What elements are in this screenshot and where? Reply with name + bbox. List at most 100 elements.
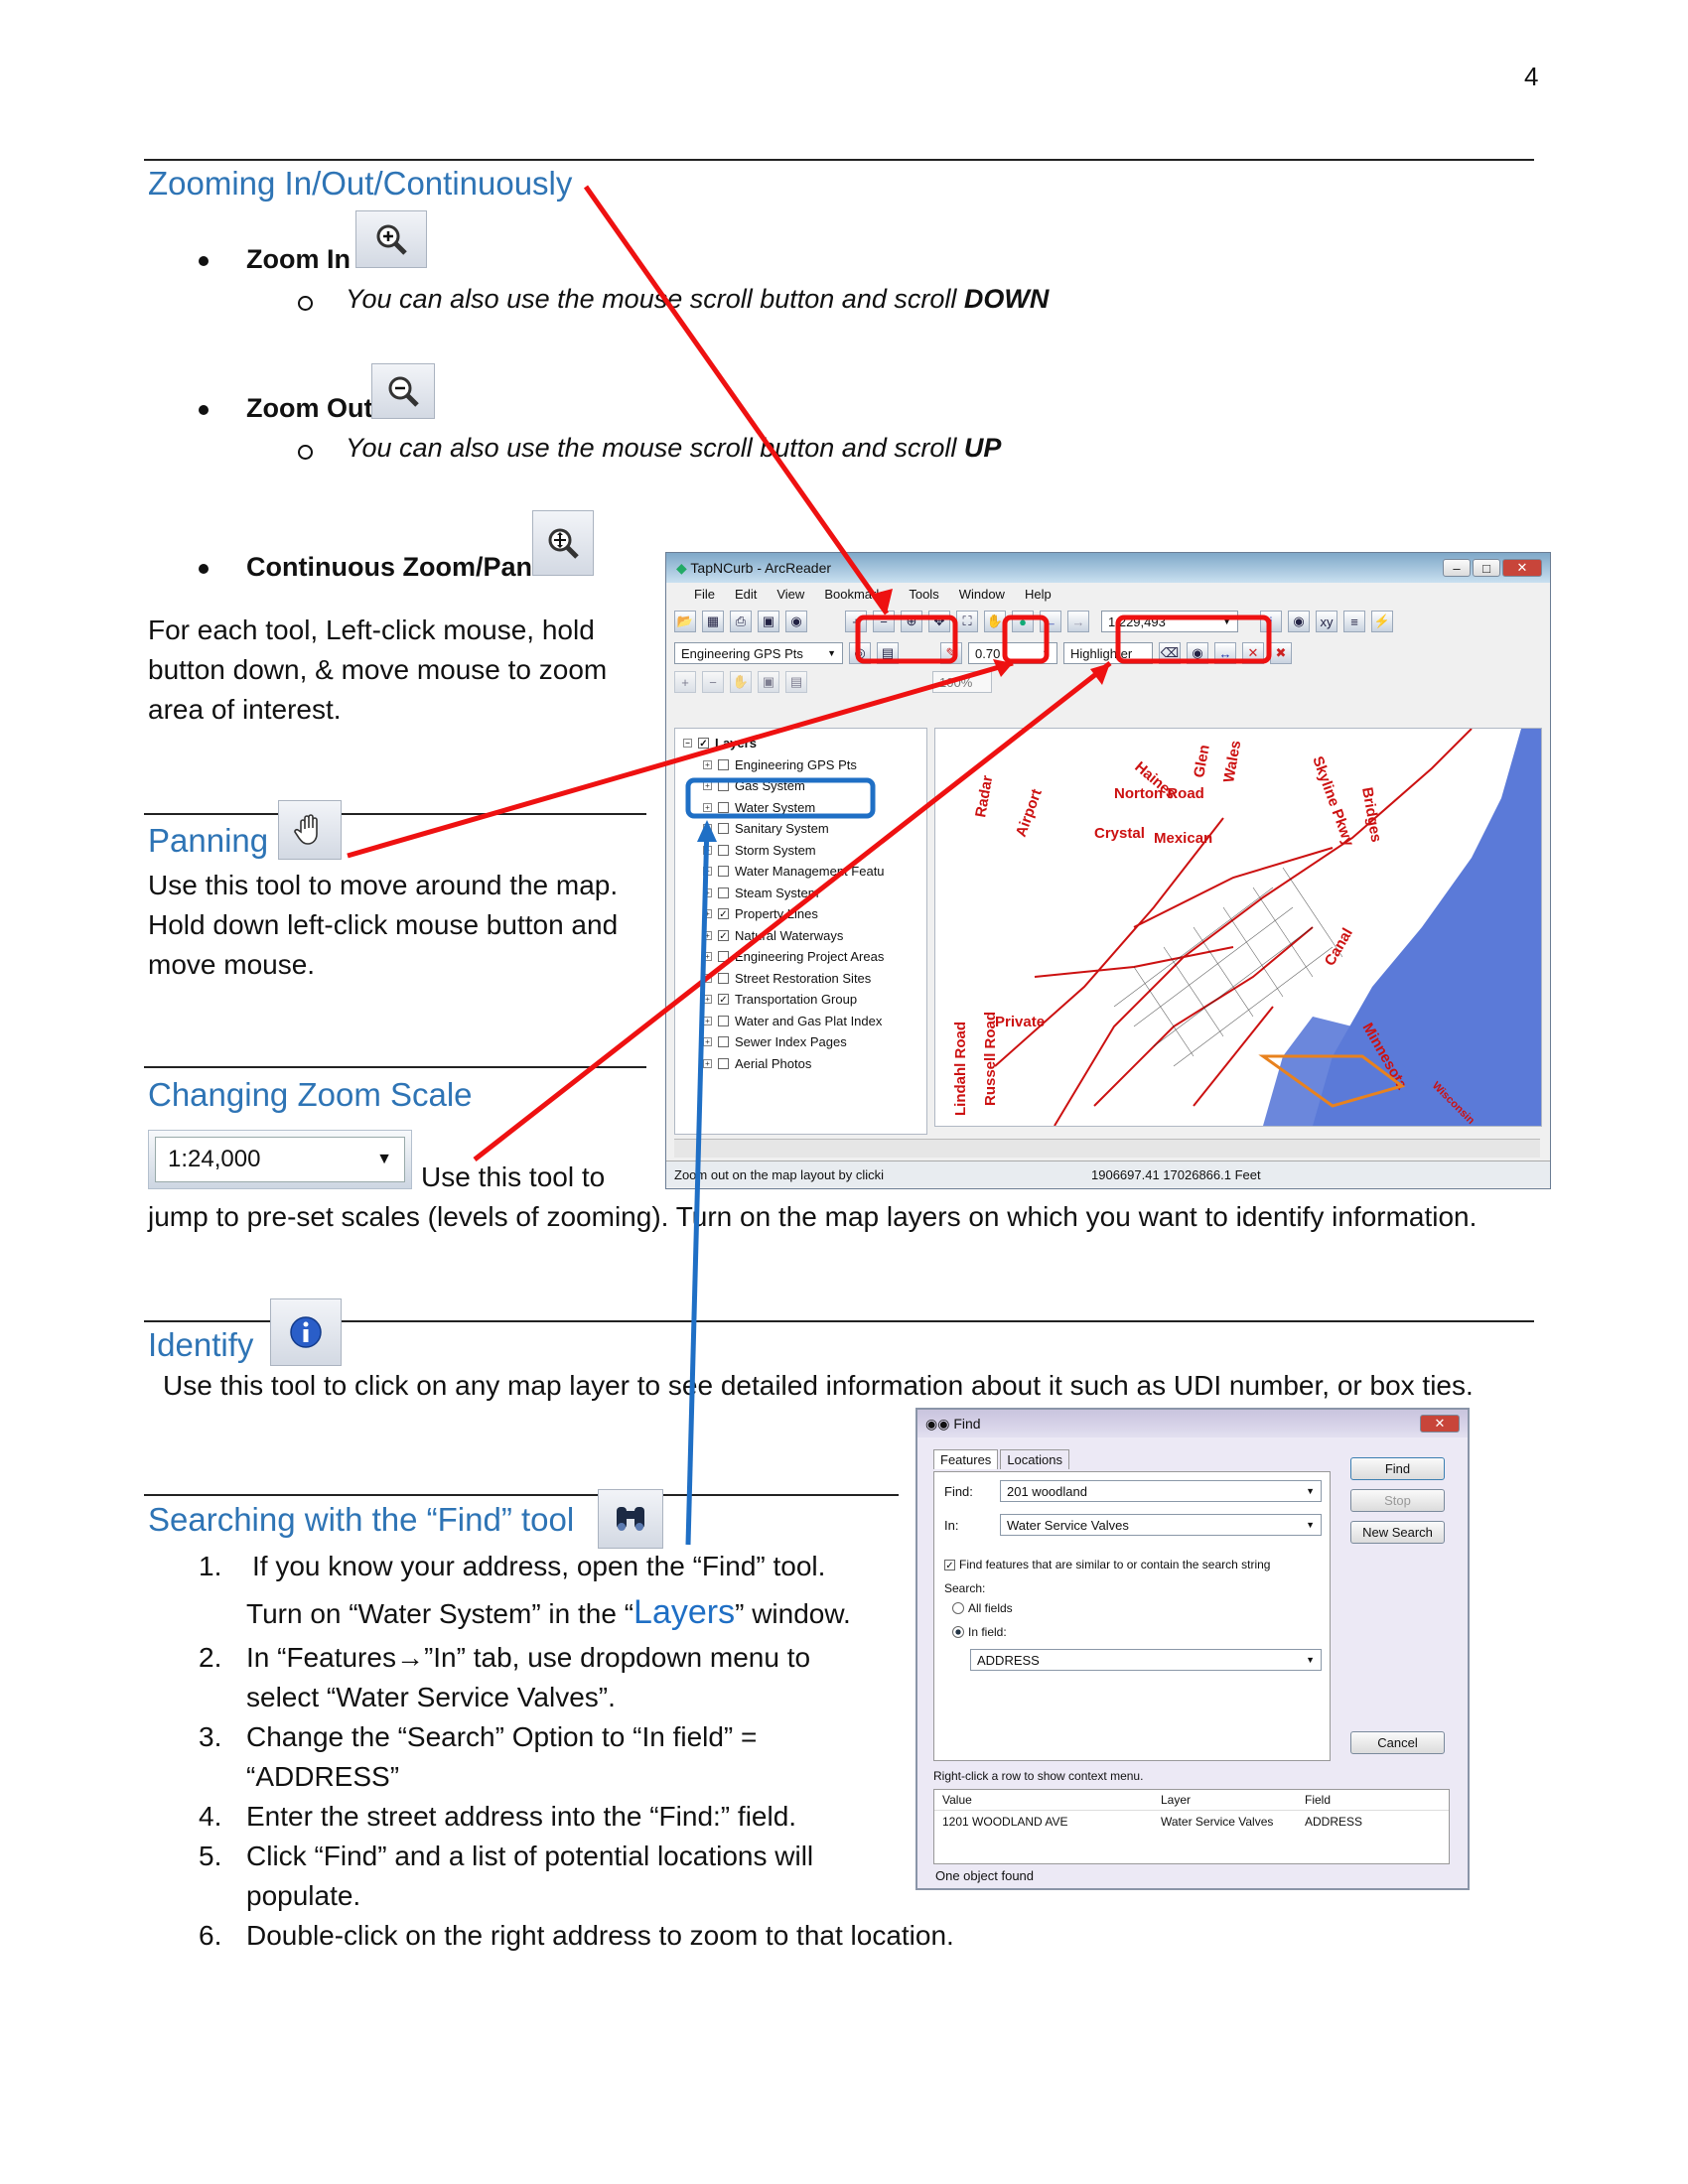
- tab-features[interactable]: Features: [933, 1449, 999, 1469]
- layer-checkbox[interactable]: [718, 758, 729, 770]
- layer-checkbox[interactable]: [718, 823, 729, 835]
- layer-checkbox[interactable]: [718, 866, 729, 878]
- highlighter-button[interactable]: Highlighter: [1063, 642, 1153, 664]
- identify-tool-icon[interactable]: i: [1260, 611, 1282, 632]
- measure-icon[interactable]: ≡: [1343, 611, 1365, 632]
- map-view[interactable]: Norton Road Canal Minnesota Wisconsin Li…: [934, 728, 1542, 1127]
- find-button[interactable]: Find: [1350, 1457, 1445, 1480]
- find-tool-icon[interactable]: ◉: [1288, 611, 1310, 632]
- zoom-out-tool-icon[interactable]: −: [873, 611, 895, 632]
- layer-item[interactable]: + Water System: [703, 797, 926, 819]
- field-select[interactable]: ADDRESS ▼: [970, 1649, 1322, 1671]
- layer-item[interactable]: + ✓ Property Lines: [703, 903, 926, 925]
- layer-item[interactable]: + Engineering GPS Pts: [703, 754, 926, 776]
- layer-checkbox[interactable]: [718, 951, 729, 963]
- layer-checkbox[interactable]: [718, 844, 729, 856]
- layer-checkbox[interactable]: [718, 801, 729, 813]
- layer-checkbox[interactable]: [718, 1015, 729, 1026]
- table-row[interactable]: 1201 WOODLAND AVE Water Service Valves A…: [934, 1811, 1449, 1833]
- expand-icon[interactable]: +: [703, 1037, 712, 1047]
- expand-icon[interactable]: +: [703, 909, 712, 919]
- stop-button[interactable]: Stop: [1350, 1489, 1445, 1512]
- layer-checkbox[interactable]: ✓: [718, 994, 729, 1006]
- menu-help[interactable]: Help: [1025, 587, 1052, 602]
- expand-icon[interactable]: +: [703, 930, 712, 940]
- layer-item[interactable]: + Water Management Featu: [703, 861, 926, 883]
- layout-fit-icon[interactable]: ▣: [758, 671, 779, 693]
- layer-checkbox[interactable]: ✓: [718, 929, 729, 942]
- close-button[interactable]: ✕: [1420, 1415, 1460, 1433]
- expand-icon[interactable]: +: [703, 1016, 712, 1025]
- layer-item[interactable]: + ✓ Transportation Group: [703, 989, 926, 1011]
- close-button[interactable]: ✕: [1502, 559, 1542, 577]
- forward-arrow-icon[interactable]: →: [1067, 611, 1089, 632]
- remove-icon[interactable]: ✕: [1242, 642, 1264, 664]
- layout-zoom-icon[interactable]: +: [674, 671, 696, 693]
- expand-icon[interactable]: +: [703, 952, 712, 962]
- layer-checkbox[interactable]: [718, 780, 729, 792]
- maximize-button[interactable]: □: [1473, 559, 1500, 577]
- layer-item[interactable]: + Sewer Index Pages: [703, 1031, 926, 1053]
- globe-green-icon[interactable]: ●: [1012, 611, 1034, 632]
- expand-icon[interactable]: +: [703, 1058, 712, 1068]
- in-layer-select[interactable]: Water Service Valves ▼: [1000, 1514, 1322, 1536]
- print-icon[interactable]: ⎙: [730, 611, 752, 632]
- extent-icon[interactable]: ⛶: [956, 611, 978, 632]
- locate-icon[interactable]: ◎: [849, 642, 871, 664]
- binoculars-tool-icon[interactable]: ◉: [1187, 642, 1208, 664]
- cancel-button[interactable]: Cancel: [1350, 1731, 1445, 1754]
- layout-page-icon[interactable]: ▤: [785, 671, 807, 693]
- pan-tool-icon[interactable]: ✋: [984, 611, 1006, 632]
- opacity-combo[interactable]: 0.70 ▼: [968, 642, 1057, 664]
- menu-view[interactable]: View: [776, 587, 804, 602]
- binoculars-icon[interactable]: [598, 1489, 663, 1549]
- open-icon[interactable]: 📂: [674, 611, 696, 632]
- menu-window[interactable]: Window: [959, 587, 1005, 602]
- layer-item[interactable]: + Storm System: [703, 840, 926, 862]
- arrows-icon[interactable]: ↔: [1214, 642, 1236, 664]
- layer-item[interactable]: + Gas System: [703, 775, 926, 797]
- layer-item[interactable]: + Water and Gas Plat Index: [703, 1011, 926, 1032]
- continuous-zoom-tool-icon[interactable]: ⊕: [901, 611, 922, 632]
- clear-icon[interactable]: ✖: [1270, 642, 1292, 664]
- menu-edit[interactable]: Edit: [735, 587, 757, 602]
- layer-checkbox[interactable]: [718, 1057, 729, 1069]
- scale-combo[interactable]: 1:229,493 ▼: [1101, 611, 1238, 632]
- layout-pan-icon[interactable]: ✋: [730, 671, 752, 693]
- in-field-radio[interactable]: In field:: [952, 1625, 1007, 1639]
- layer-item[interactable]: + Aerial Photos: [703, 1053, 926, 1075]
- zoom-in-icon[interactable]: [355, 210, 427, 268]
- similar-checkbox[interactable]: ✓: [944, 1559, 955, 1571]
- layer-item[interactable]: + Sanitary System: [703, 818, 926, 840]
- expand-icon[interactable]: +: [703, 995, 712, 1005]
- continuous-zoom-icon[interactable]: [532, 510, 594, 576]
- minimize-button[interactable]: –: [1443, 559, 1471, 577]
- scale-dropdown[interactable]: 1:24,000 ▼: [155, 1137, 405, 1182]
- menu-file[interactable]: File: [694, 587, 715, 602]
- expand-icon[interactable]: +: [703, 759, 712, 769]
- all-fields-radio[interactable]: All fields: [952, 1601, 1013, 1615]
- layer-checkbox[interactable]: [718, 972, 729, 984]
- layer-item[interactable]: + Steam System: [703, 883, 926, 904]
- layer-checkbox[interactable]: ✓: [718, 908, 729, 920]
- zoom-in-tool-icon[interactable]: +: [845, 611, 867, 632]
- menu-bookmarks[interactable]: Bookmarks: [824, 587, 889, 602]
- eraser-icon[interactable]: ⌫: [1159, 642, 1181, 664]
- globe-icon[interactable]: ◉: [785, 611, 807, 632]
- similar-checkbox-row[interactable]: ✓ Find features that are similar to or co…: [944, 1558, 1270, 1571]
- expand-icon[interactable]: +: [703, 802, 712, 812]
- gps-layer-combo[interactable]: Engineering GPS Pts ▼: [674, 642, 843, 664]
- expand-icon[interactable]: +: [703, 887, 712, 897]
- layer-item[interactable]: + Engineering Project Areas: [703, 946, 926, 968]
- tab-locations[interactable]: Locations: [1000, 1449, 1069, 1469]
- table-icon[interactable]: ▤: [877, 642, 899, 664]
- zoom-out-icon[interactable]: [371, 363, 435, 419]
- identify-icon[interactable]: [270, 1298, 342, 1366]
- horizontal-scrollbar[interactable]: [674, 1139, 1540, 1158]
- layout-zoom-out-icon[interactable]: −: [702, 671, 724, 693]
- layer-checkbox[interactable]: [718, 887, 729, 898]
- expand-icon[interactable]: +: [703, 973, 712, 983]
- pen-icon[interactable]: ✎: [940, 642, 962, 664]
- expand-icon[interactable]: +: [703, 867, 712, 877]
- back-arrow-icon[interactable]: ←: [1040, 611, 1061, 632]
